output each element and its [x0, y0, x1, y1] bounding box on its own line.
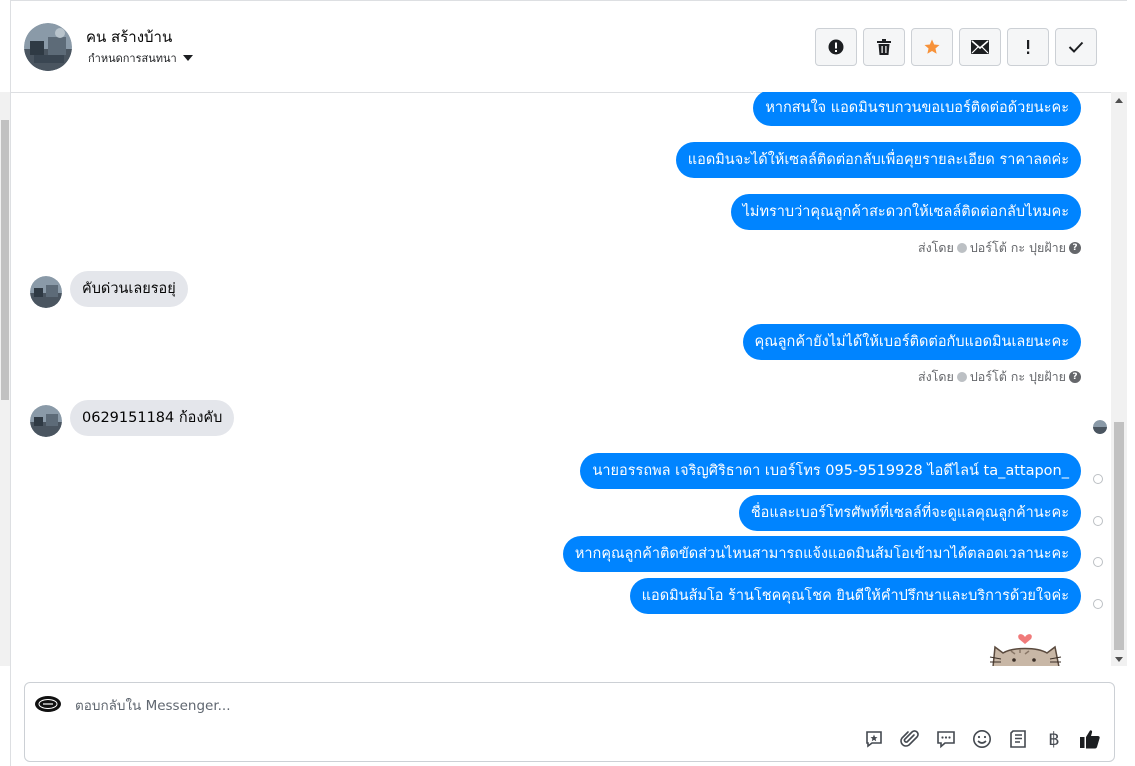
- reply-composer: ฿: [24, 682, 1115, 762]
- delete-button[interactable]: [863, 28, 905, 66]
- exclamation-icon: [1027, 40, 1030, 54]
- check-icon: [1068, 41, 1084, 53]
- attachment-icon: [900, 730, 919, 747]
- thumbs-up-icon: [1080, 730, 1100, 749]
- thread-scrollbar[interactable]: [1111, 92, 1127, 666]
- conversation-settings-dropdown[interactable]: กำหนดการสนทนา: [88, 49, 193, 67]
- conversation-settings-label: กำหนดการสนทนา: [88, 52, 177, 65]
- sent-by-info: ส่งโดย ปอร์โต้ กะ ปุยฝ้าย ?: [918, 367, 1081, 387]
- thread-scrollbar-thumb[interactable]: [1114, 422, 1124, 650]
- scroll-up-icon[interactable]: [1115, 98, 1123, 103]
- contact-avatar[interactable]: [24, 23, 72, 71]
- caret-down-icon: [182, 55, 193, 61]
- sender-name[interactable]: ปอร์โต้ กะ ปุยฝ้าย: [970, 238, 1066, 258]
- payment-button[interactable]: ฿: [1042, 727, 1066, 751]
- page-logo: [35, 696, 61, 712]
- reply-input[interactable]: [73, 695, 977, 717]
- saved-reply-icon: [866, 731, 882, 748]
- verified-icon: [956, 243, 967, 253]
- delivered-check-icon: [1093, 599, 1103, 609]
- message-outgoing[interactable]: ชื่อและเบอร์โทรศัพท์ที่เซลล์ที่จะดูแลคุณ…: [738, 495, 1081, 531]
- receipt-icon: [1010, 730, 1026, 748]
- message-incoming[interactable]: 0629151184 ก้องคับ: [70, 400, 235, 436]
- message-outgoing[interactable]: นายอรรถพล เจริญศิริธาดา เบอร์โทร 095-951…: [580, 453, 1081, 489]
- message-thread[interactable]: หากสนใจ แอดมินรบกวนขอเบอร์ติดต่อด้วยนะคะ…: [11, 92, 1111, 666]
- delivered-check-icon: [1093, 557, 1103, 567]
- alert-button[interactable]: [815, 28, 857, 66]
- delivered-check-icon: [1093, 516, 1103, 526]
- contact-avatar-small: [30, 276, 62, 308]
- message-outgoing[interactable]: ไม่ทราบว่าคุณลูกค้าสะดวกให้เซลล์ติดต่อกล…: [730, 194, 1081, 230]
- help-icon[interactable]: ?: [1069, 371, 1081, 383]
- sender-name[interactable]: ปอร์โต้ กะ ปุยฝ้าย: [970, 367, 1066, 387]
- baht-icon: ฿: [1048, 728, 1060, 750]
- attach-button[interactable]: [898, 727, 922, 751]
- composer-tools: ฿: [862, 727, 1102, 751]
- message-outgoing[interactable]: คุณลูกค้ายังไม่ได้ให้เบอร์ติดต่อกับแอดมิ…: [742, 324, 1081, 360]
- star-icon: [924, 39, 940, 54]
- message-outgoing[interactable]: หากคุณลูกค้าติดขัดส่วนไหนสามารถแจ้งแอดมิ…: [562, 536, 1081, 572]
- done-button[interactable]: [1055, 28, 1097, 66]
- like-button[interactable]: [1078, 727, 1102, 751]
- seen-avatar: [1093, 420, 1107, 434]
- contact-avatar-small: [30, 405, 62, 437]
- emoji-icon: [973, 730, 991, 748]
- star-button[interactable]: [911, 28, 953, 66]
- conversation-header: คน สร้างบ้าน กำหนดการสนทนา: [11, 0, 1127, 93]
- chat-button[interactable]: [934, 727, 958, 751]
- sent-by-label: ส่งโดย: [917, 240, 954, 255]
- mark-unread-button[interactable]: [959, 28, 1001, 66]
- pusheen-sticker[interactable]: [989, 627, 1065, 666]
- help-icon[interactable]: ?: [1069, 242, 1081, 254]
- exclamation-circle-icon: [828, 39, 844, 55]
- conversation-toolbar: [815, 28, 1097, 66]
- chat-bubble-icon: [937, 731, 955, 749]
- emoji-button[interactable]: [970, 727, 994, 751]
- verified-icon: [956, 372, 967, 382]
- message-outgoing[interactable]: แอดมินส้มโอ ร้านโชคคุณโชค ยินดีให้คำปรึก…: [629, 578, 1081, 614]
- message-outgoing[interactable]: หากสนใจ แอดมินรบกวนขอเบอร์ติดต่อด้วยนะคะ: [753, 92, 1081, 126]
- message-incoming[interactable]: คับด่วนเลยรอยุ่: [70, 271, 188, 307]
- envelope-icon: [971, 40, 989, 54]
- receipt-button[interactable]: [1006, 727, 1030, 751]
- delivered-check-icon: [1093, 474, 1103, 484]
- left-scrollbar[interactable]: [0, 92, 10, 666]
- message-outgoing[interactable]: แอดมินจะได้ให้เซลล์ติดต่อกลับเพื่อคุยราย…: [675, 142, 1081, 178]
- scroll-down-icon[interactable]: [1115, 657, 1123, 662]
- left-scrollbar-thumb[interactable]: [1, 120, 9, 400]
- sent-by-label: ส่งโดย: [917, 369, 954, 384]
- trash-icon: [877, 39, 891, 55]
- sent-by-info: ส่งโดย ปอร์โต้ กะ ปุยฝ้าย ?: [918, 238, 1081, 258]
- spam-button[interactable]: [1007, 28, 1049, 66]
- contact-name[interactable]: คน สร้างบ้าน: [86, 25, 172, 49]
- saved-reply-button[interactable]: [862, 727, 886, 751]
